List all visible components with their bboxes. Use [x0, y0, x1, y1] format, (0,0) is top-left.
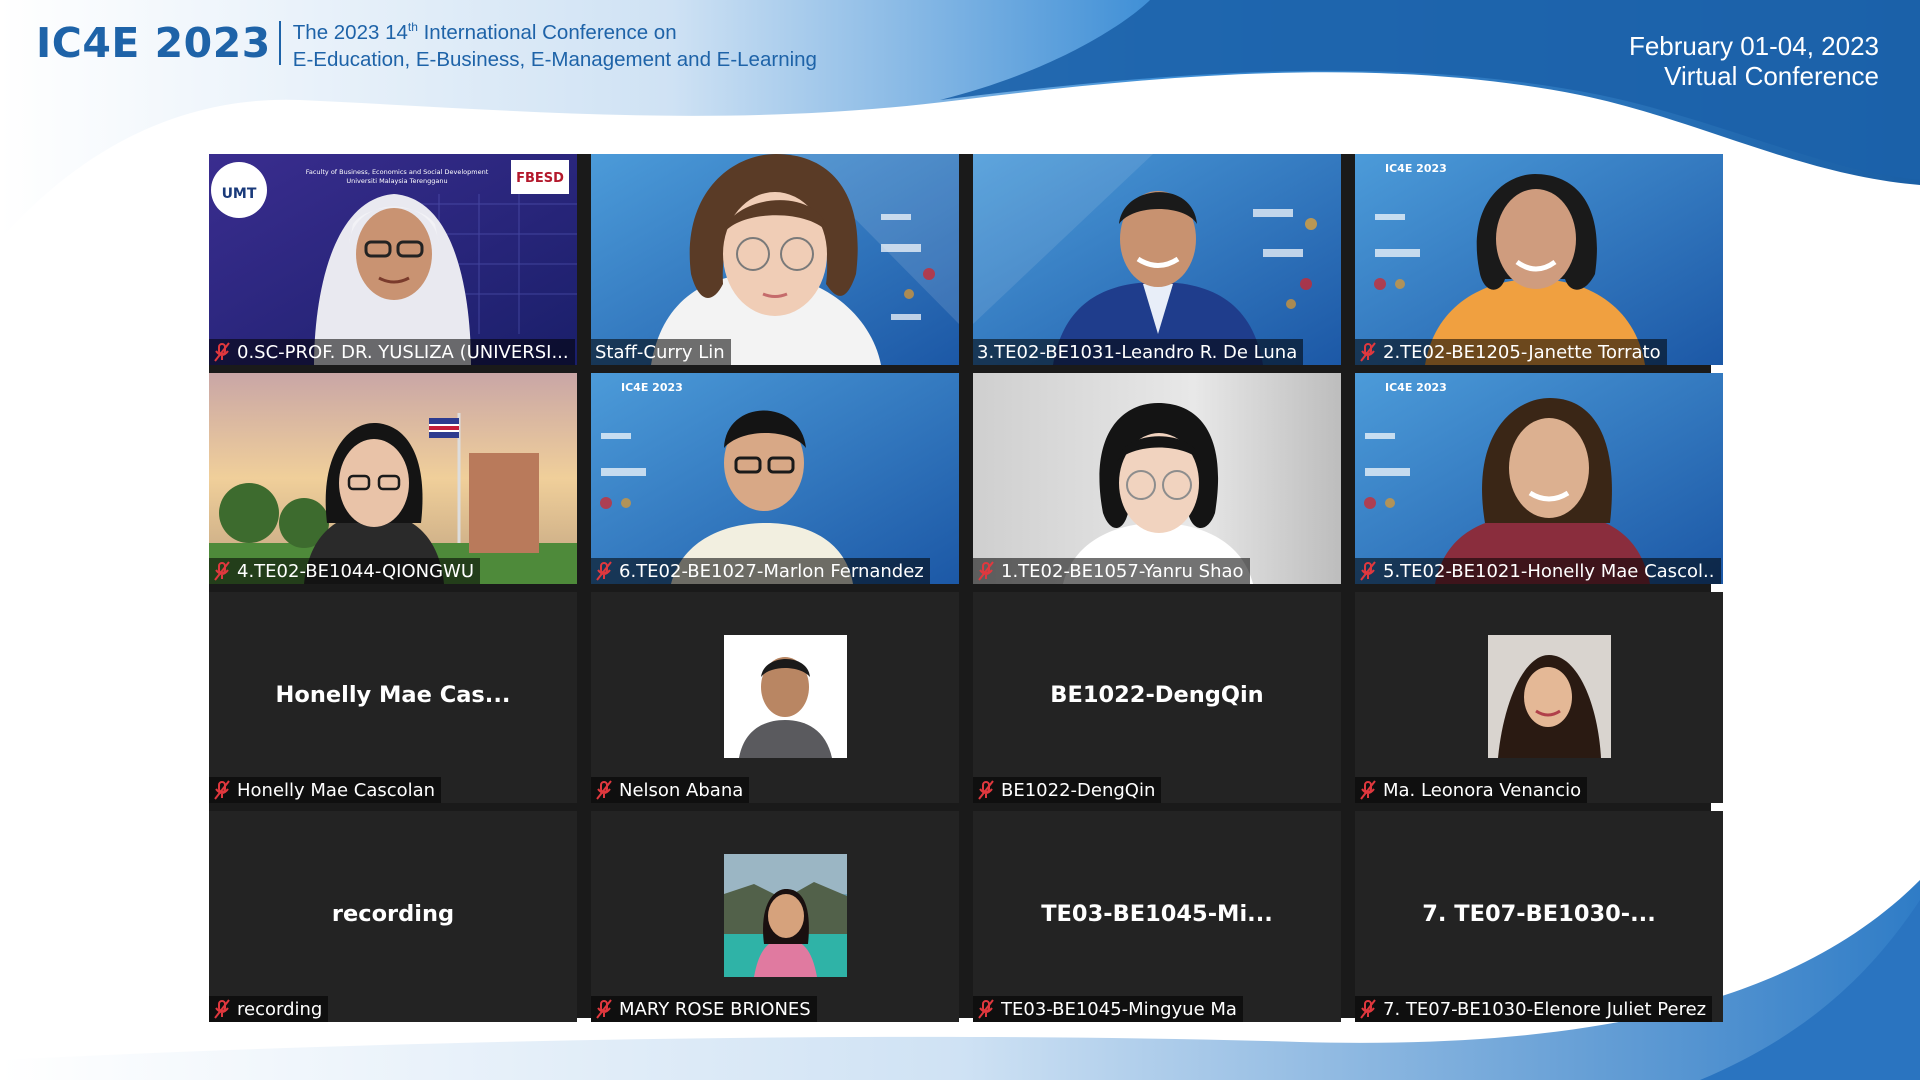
participant-tile[interactable]: 7. TE07-BE1030-... 7. TE07-BE1030-Elenor…	[1355, 811, 1723, 1022]
participant-name: MARY ROSE BRIONES	[619, 998, 811, 1020]
participant-tile[interactable]: 1.TE02-BE1057-Yanru Shao	[973, 373, 1341, 584]
profile-photo	[1488, 635, 1611, 758]
conference-venue: Virtual Conference	[1664, 61, 1879, 91]
participant-name-tag: 1.TE02-BE1057-Yanru Shao	[973, 558, 1250, 584]
svg-text:IC4E 2023: IC4E 2023	[1385, 381, 1447, 394]
participant-name-tag: 5.TE02-BE1021-Honelly Mae Cascol...	[1355, 558, 1721, 584]
participant-tile[interactable]: IC4E 2023 6.TE02-BE1027-Marlon Fernandez	[591, 373, 959, 584]
svg-text:IC4E 2023: IC4E 2023	[1385, 162, 1447, 175]
participant-tile[interactable]: 3.TE02-BE1031-Leandro R. De Luna	[973, 154, 1341, 365]
muted-mic-icon	[214, 342, 230, 362]
video-feed	[973, 154, 1341, 365]
conference-logo-text: IC4E 2023	[36, 19, 271, 68]
video-feed: UMT FBESD Faculty of Business, Economics…	[209, 154, 577, 365]
muted-mic-icon	[1360, 999, 1376, 1019]
video-feed	[973, 373, 1341, 584]
participant-tile-active-speaker[interactable]: Staff-Curry Lin	[591, 154, 959, 365]
participant-name-tag: Nelson Abana	[591, 777, 750, 803]
participant-name-tag: MARY ROSE BRIONES	[591, 996, 817, 1022]
participant-name: Staff-Curry Lin	[595, 341, 725, 363]
muted-mic-icon	[978, 780, 994, 800]
muted-mic-icon	[1360, 561, 1376, 581]
muted-mic-icon	[596, 561, 612, 581]
participant-center-name: BE1022-DengQin	[1050, 682, 1264, 708]
video-feed: IC4E 2023	[1355, 373, 1723, 584]
participant-name: 4.TE02-BE1044-QIONGWU	[237, 560, 475, 582]
participant-name: BE1022-DengQin	[1001, 779, 1156, 801]
muted-mic-icon	[1360, 342, 1376, 362]
video-feed: IC4E 2023	[591, 373, 959, 584]
participant-name: TE03-BE1045-Mingyue Ma	[1001, 998, 1237, 1020]
participant-name-tag: BE1022-DengQin	[973, 777, 1162, 803]
conference-title: The 2023 14th International Conference o…	[293, 14, 817, 73]
muted-mic-icon	[596, 999, 612, 1019]
participant-name: Ma. Leonora Venancio	[1383, 779, 1582, 801]
participant-name-tag: 0.SC-PROF. DR. YUSLIZA (UNIVERSI...	[209, 339, 575, 365]
participant-name: 6.TE02-BE1027-Marlon Fernandez	[619, 560, 924, 582]
participant-tile[interactable]: TE03-BE1045-Mi... TE03-BE1045-Mingyue Ma	[973, 811, 1341, 1022]
participant-tile[interactable]: Honelly Mae Cas... Honelly Mae Cascolan	[209, 592, 577, 803]
muted-mic-icon	[978, 561, 994, 581]
participant-name: 0.SC-PROF. DR. YUSLIZA (UNIVERSI...	[237, 341, 569, 363]
participant-tile[interactable]: Nelson Abana	[591, 592, 959, 803]
participant-tile[interactable]: BE1022-DengQin BE1022-DengQin	[973, 592, 1341, 803]
video-gallery: UMT FBESD Faculty of Business, Economics…	[209, 154, 1723, 1022]
participant-name: Nelson Abana	[619, 779, 744, 801]
participant-name: 2.TE02-BE1205-Janette Torrato	[1383, 341, 1661, 363]
participant-name: 1.TE02-BE1057-Yanru Shao	[1001, 560, 1244, 582]
svg-text:IC4E 2023: IC4E 2023	[621, 381, 683, 394]
header-divider	[278, 21, 281, 66]
conference-date: February 01-04, 2023	[1628, 31, 1879, 61]
participant-tile[interactable]: recording recording	[209, 811, 577, 1022]
participant-name-tag: recording	[209, 996, 329, 1022]
participant-name: recording	[237, 998, 323, 1020]
video-feed	[209, 373, 577, 584]
participant-tile[interactable]: Ma. Leonora Venancio	[1355, 592, 1723, 803]
muted-mic-icon	[596, 780, 612, 800]
participant-name-tag: Honelly Mae Cascolan	[209, 777, 442, 803]
participant-name-tag: TE03-BE1045-Mingyue Ma	[973, 996, 1243, 1022]
video-feed: IC4E 2023	[1355, 154, 1723, 365]
svg-text:Universiti Malaysia Terengganu: Universiti Malaysia Terengganu	[346, 177, 447, 185]
muted-mic-icon	[1360, 780, 1376, 800]
participant-name-tag: Staff-Curry Lin	[591, 339, 731, 365]
participant-tile[interactable]: IC4E 2023 5.TE02-BE1021-Honelly Mae Casc…	[1355, 373, 1723, 584]
participant-center-name: Honelly Mae Cas...	[275, 682, 511, 708]
participant-name: 7. TE07-BE1030-Elenore Juliet Perez	[1383, 998, 1707, 1020]
participant-name-tag: 2.TE02-BE1205-Janette Torrato	[1355, 339, 1667, 365]
muted-mic-icon	[978, 999, 994, 1019]
participant-name-tag: 4.TE02-BE1044-QIONGWU	[209, 558, 481, 584]
participant-tile[interactable]: UMT FBESD Faculty of Business, Economics…	[209, 154, 577, 365]
muted-mic-icon	[214, 561, 230, 581]
participant-name: 3.TE02-BE1031-Leandro R. De Luna	[977, 341, 1298, 363]
conference-title-line2: E-Education, E-Business, E-Management an…	[292, 47, 817, 71]
participant-name: Honelly Mae Cascolan	[237, 779, 436, 801]
conference-header: IC4E 2023 The 2023 14th International Co…	[36, 14, 817, 73]
conference-date-venue: February 01-04, 2023 Virtual Conference	[1629, 31, 1879, 91]
participant-name-tag: 3.TE02-BE1031-Leandro R. De Luna	[973, 339, 1304, 365]
profile-photo	[724, 854, 847, 977]
participant-name: 5.TE02-BE1021-Honelly Mae Cascol...	[1383, 560, 1715, 582]
participant-name-tag: Ma. Leonora Venancio	[1355, 777, 1588, 803]
participant-tile[interactable]: MARY ROSE BRIONES	[591, 811, 959, 1022]
svg-text:Faculty of Business, Economics: Faculty of Business, Economics and Socia…	[306, 168, 489, 176]
video-feed	[591, 154, 959, 365]
participant-center-name: 7. TE07-BE1030-...	[1422, 901, 1656, 927]
muted-mic-icon	[214, 999, 230, 1019]
muted-mic-icon	[214, 780, 230, 800]
participant-center-name: TE03-BE1045-Mi...	[1041, 901, 1273, 927]
participant-tile[interactable]: 4.TE02-BE1044-QIONGWU	[209, 373, 577, 584]
conference-title-line1: The 2023 14th International Conference o…	[292, 20, 677, 44]
fbesd-logo: FBESD	[516, 171, 564, 186]
participant-name-tag: 7. TE07-BE1030-Elenore Juliet Perez	[1355, 996, 1713, 1022]
umt-logo: UMT	[222, 186, 257, 202]
participant-tile[interactable]: IC4E 2023 2.TE02-BE1205-Janette Torrato	[1355, 154, 1723, 365]
profile-photo	[724, 635, 847, 758]
participant-name-tag: 6.TE02-BE1027-Marlon Fernandez	[591, 558, 930, 584]
participant-center-name: recording	[331, 901, 455, 927]
